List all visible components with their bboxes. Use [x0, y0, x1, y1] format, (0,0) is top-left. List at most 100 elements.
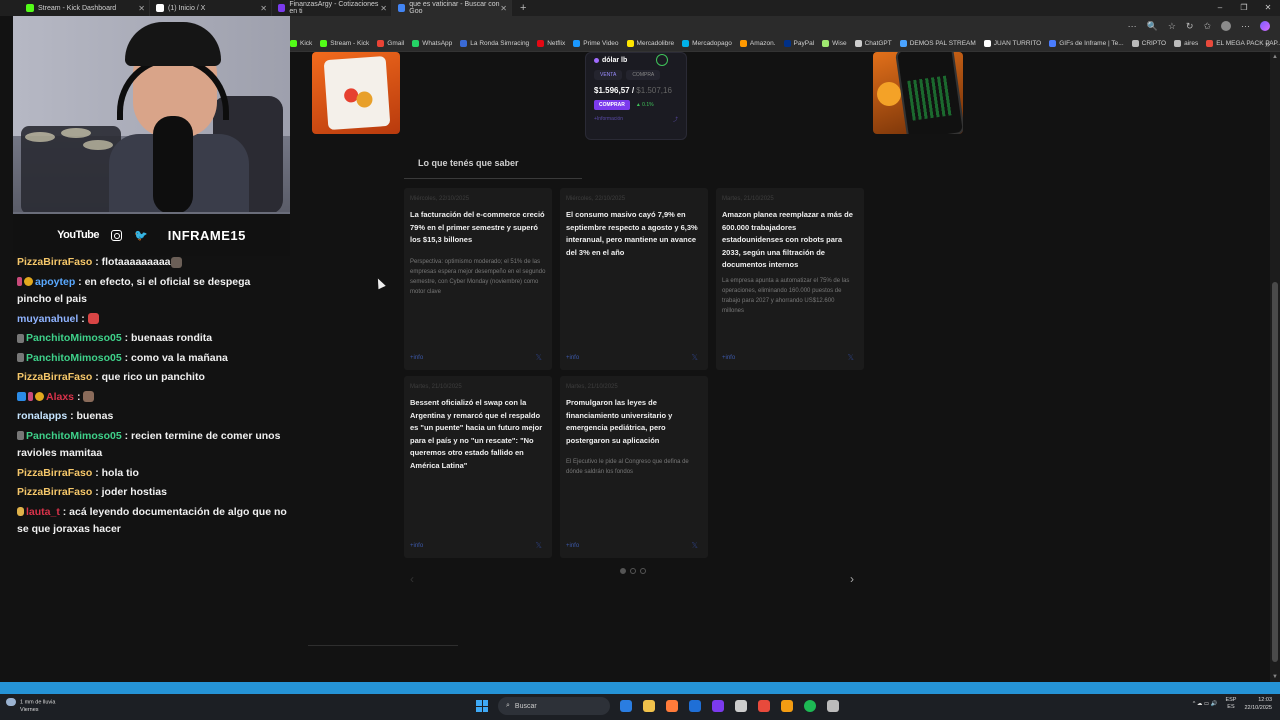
- page-scrollbar[interactable]: ▲ ▼: [1270, 52, 1280, 682]
- promo-banner-left[interactable]: [312, 52, 400, 134]
- clock[interactable]: 12:03 22/10/2025: [1244, 696, 1272, 712]
- x-share-icon[interactable]: 𝕏: [692, 541, 698, 550]
- share-icon[interactable]: ⤴: [673, 116, 678, 123]
- chat-username[interactable]: ronalapps: [17, 410, 67, 422]
- taskbar-app-icon[interactable]: [804, 700, 816, 712]
- taskbar-app-icon[interactable]: [620, 700, 632, 712]
- chat-username[interactable]: PizzaBirraFaso: [17, 371, 92, 383]
- x-share-icon[interactable]: 𝕏: [848, 353, 854, 362]
- chat-username[interactable]: Alaxs: [46, 391, 74, 403]
- maximize-button[interactable]: ❐: [1232, 0, 1256, 16]
- more-info-link[interactable]: +info: [722, 355, 735, 361]
- more-info-link[interactable]: +Información: [594, 116, 623, 123]
- chat-text: : como va la mañana: [121, 351, 228, 364]
- taskbar-app-icon[interactable]: [689, 700, 701, 712]
- close-tab-icon[interactable]: ✕: [380, 4, 387, 13]
- more-info-link[interactable]: +info: [410, 355, 423, 361]
- news-card[interactable]: Miércoles, 22/10/2025 La facturación del …: [404, 188, 552, 370]
- close-tab-icon[interactable]: ✕: [260, 4, 267, 13]
- chat-username[interactable]: apoytep: [35, 276, 75, 288]
- chat-username[interactable]: PizzaBirraFaso: [17, 486, 92, 498]
- close-tab-icon[interactable]: ✕: [138, 4, 145, 13]
- taskbar-search[interactable]: ⌕ Buscar: [498, 697, 610, 715]
- bookmark-item[interactable]: JUAN TURRITO: [983, 40, 1041, 47]
- menu-icon[interactable]: ⋯: [1241, 21, 1250, 32]
- more-icon[interactable]: ⋯: [1128, 21, 1137, 32]
- bookmark-item[interactable]: Amazon.: [739, 40, 776, 47]
- bookmark-item[interactable]: Mercadopago: [682, 40, 732, 47]
- scroll-up-icon[interactable]: ▲: [1272, 54, 1278, 60]
- scrollbar-thumb[interactable]: [1272, 282, 1278, 662]
- bookmark-item[interactable]: Kick: [290, 40, 312, 47]
- windows-start-icon[interactable]: [476, 700, 488, 712]
- bookmark-item[interactable]: WhatsApp: [412, 40, 452, 47]
- bookmark-item[interactable]: Gmail: [377, 40, 404, 47]
- x-share-icon[interactable]: 𝕏: [536, 353, 542, 362]
- tray-icons[interactable]: ^ ☁ ▭ 🔊: [1193, 701, 1218, 707]
- bookmark-item[interactable]: Stream - Kick: [320, 40, 369, 47]
- carousel-dot[interactable]: [630, 568, 636, 574]
- carousel-prev-button[interactable]: ‹: [410, 572, 414, 586]
- chat-username[interactable]: PanchitoMimoso05: [26, 332, 122, 344]
- bookmark-item[interactable]: DEMOS PAL STREAM: [899, 40, 976, 47]
- taskbar-app-icon[interactable]: [643, 700, 655, 712]
- minimize-button[interactable]: –: [1208, 0, 1232, 16]
- carousel-next-button[interactable]: ›: [850, 572, 854, 586]
- browser-tab[interactable]: que es vaticinar - Buscar con Goo ✕: [392, 0, 512, 16]
- news-card[interactable]: Martes, 21/10/2025 Promulgaron las leyes …: [560, 376, 708, 558]
- new-tab-button[interactable]: +: [512, 2, 534, 14]
- comprar-button[interactable]: COMPRAR: [594, 100, 630, 110]
- bookmarks-more-button[interactable]: »: [1265, 39, 1270, 49]
- more-info-link[interactable]: +info: [566, 543, 579, 549]
- search-icon[interactable]: 🔍: [1147, 21, 1158, 32]
- chat-username[interactable]: PizzaBirraFaso: [17, 256, 92, 268]
- x-share-icon[interactable]: 𝕏: [536, 541, 542, 550]
- taskbar-app-icon[interactable]: [827, 700, 839, 712]
- bookmark-item[interactable]: PayPal: [783, 40, 814, 47]
- taskbar-app-icon[interactable]: [666, 700, 678, 712]
- bookmark-item[interactable]: Netflix: [537, 40, 565, 47]
- news-card[interactable]: Miércoles, 22/10/2025 El consumo masivo c…: [560, 188, 708, 370]
- taskbar-app-icon[interactable]: [735, 700, 747, 712]
- news-card[interactable]: Martes, 21/10/2025 Amazon planea reemplaz…: [716, 188, 864, 370]
- copilot-icon[interactable]: [1260, 21, 1270, 31]
- browser-tab[interactable]: Stream - Kick Dashboard ✕: [20, 0, 150, 16]
- bookmark-item[interactable]: Prime Video: [573, 40, 619, 47]
- bookmark-item[interactable]: aires: [1174, 40, 1198, 47]
- x-share-icon[interactable]: 𝕏: [692, 353, 698, 362]
- carousel-dot[interactable]: [640, 568, 646, 574]
- bookmark-star-icon[interactable]: ☆: [1168, 21, 1176, 32]
- chat-username[interactable]: PanchitoMimoso05: [26, 352, 122, 364]
- more-info-link[interactable]: +info: [410, 543, 423, 549]
- chat-username[interactable]: PanchitoMimoso05: [26, 430, 122, 442]
- more-info-link[interactable]: +info: [566, 355, 579, 361]
- bookmark-item[interactable]: La Ronda Simracing: [460, 40, 529, 47]
- browser-tab[interactable]: (1) Inicio / X ✕: [150, 0, 272, 16]
- bookmark-item[interactable]: ChatGPT: [854, 40, 892, 47]
- taskbar-app-icon[interactable]: [712, 700, 724, 712]
- bookmark-item[interactable]: Mercadolibre: [626, 40, 674, 47]
- carousel-dot[interactable]: [620, 568, 626, 574]
- taskbar-app-icon[interactable]: [781, 700, 793, 712]
- bookmark-item[interactable]: CRIPTO: [1131, 40, 1166, 47]
- refresh-icon[interactable]: ↻: [1186, 21, 1194, 32]
- profile-avatar-icon[interactable]: [1221, 21, 1231, 31]
- close-window-button[interactable]: ✕: [1256, 0, 1280, 16]
- close-tab-icon[interactable]: ✕: [500, 4, 507, 13]
- taskbar-center: ⌕ Buscar: [476, 697, 839, 715]
- chat-username[interactable]: muyanahuel: [17, 313, 78, 325]
- weather-widget[interactable]: 1 mm de lluvia Viernes: [6, 698, 55, 714]
- favorites-icon[interactable]: ✩: [1203, 21, 1211, 32]
- bookmark-item[interactable]: Wise: [822, 40, 847, 47]
- promo-banner-right[interactable]: [873, 52, 963, 134]
- bookmark-item[interactable]: GIFs de Inframe | Te...: [1049, 40, 1124, 47]
- tab-compra[interactable]: COMPRA: [626, 70, 661, 80]
- browser-tab[interactable]: FinanzasArgy - Cotizaciones en ti ✕: [272, 0, 392, 16]
- tab-venta[interactable]: VENTA: [594, 70, 623, 80]
- scroll-down-icon[interactable]: ▼: [1272, 674, 1278, 680]
- language-indicator[interactable]: ESP ES: [1225, 697, 1236, 711]
- news-card[interactable]: Martes, 21/10/2025 Bessent oficializó el …: [404, 376, 552, 558]
- taskbar-app-icon[interactable]: [758, 700, 770, 712]
- chat-username[interactable]: PizzaBirraFaso: [17, 467, 92, 479]
- chat-username[interactable]: lauta_t: [26, 506, 60, 518]
